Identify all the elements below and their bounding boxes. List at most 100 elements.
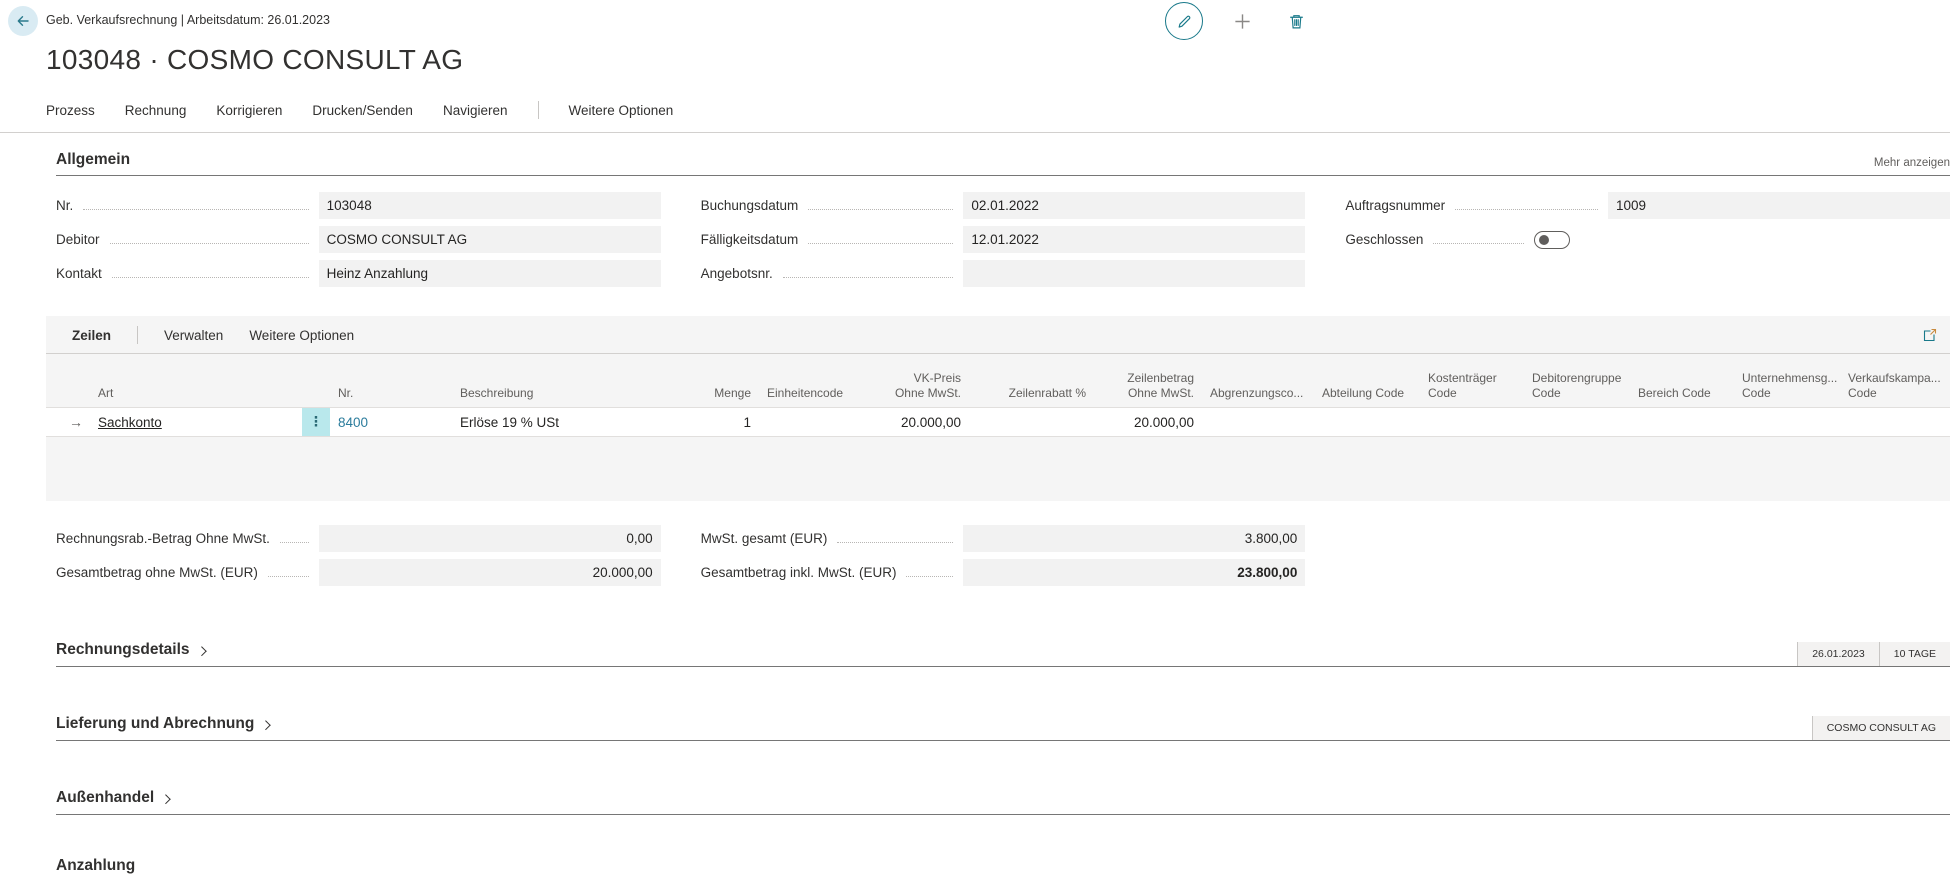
col-header-vk-preis[interactable]: VK-Preis Ohne MwSt.	[877, 371, 969, 407]
field-debitor-input[interactable]: COSMO CONSULT AG	[319, 226, 661, 253]
cell-vk-preis[interactable]: 20.000,00	[877, 408, 969, 436]
field-kontakt-input[interactable]: Heinz Anzahlung	[319, 260, 661, 287]
general-fields: Nr. 103048 Debitor COSMO CONSULT AG Kont…	[56, 192, 1950, 294]
col-header-zeilenrabatt[interactable]: Zeilenrabatt %	[969, 386, 1094, 407]
col-header-menge[interactable]: Menge	[697, 386, 759, 407]
field-buchungsdatum-input[interactable]: 02.01.2022	[963, 192, 1305, 219]
dotted-leader	[110, 243, 309, 244]
cell-menge[interactable]: 1	[697, 408, 759, 436]
field-angebotsnr-input[interactable]	[963, 260, 1305, 287]
dotted-leader	[906, 576, 953, 577]
col-header-arrow	[62, 401, 90, 407]
col-header-beschreibung[interactable]: Beschreibung	[452, 386, 697, 407]
field-nr: Nr. 103048	[56, 192, 661, 219]
dotted-leader	[83, 209, 308, 210]
col-header-einheitencode[interactable]: Einheitencode	[759, 386, 877, 407]
cell-unternehmensgruppe-code[interactable]	[1734, 408, 1840, 436]
art-link[interactable]: Sachkonto	[98, 415, 162, 430]
cell-einheitencode[interactable]	[759, 408, 877, 436]
dotted-leader	[808, 243, 953, 244]
add-button[interactable]	[1227, 4, 1257, 38]
badge-payment-terms[interactable]: 10 TAGE	[1879, 642, 1950, 666]
field-faelligkeitsdatum-label: Fälligkeitsdatum	[701, 232, 799, 247]
cell-abteilung-code[interactable]	[1314, 408, 1420, 436]
pencil-icon	[1176, 13, 1193, 30]
rechnungsdetails-title[interactable]: Rechnungsdetails	[56, 641, 206, 659]
cell-beschreibung[interactable]: Erlöse 19 % USt	[452, 408, 697, 436]
back-button[interactable]	[8, 6, 38, 36]
cell-zeilenbetrag[interactable]: 20.000,00	[1094, 408, 1202, 436]
rechnungsdetails-badges: 26.01.2023 10 TAGE	[1797, 642, 1950, 666]
col-header-abgrenzungscode[interactable]: Abgrenzungsco...	[1202, 386, 1314, 407]
tab-divider	[137, 326, 138, 344]
cell-kostentraeger-code[interactable]	[1420, 408, 1524, 436]
field-geschlossen: Geschlossen	[1345, 226, 1950, 253]
action-navigieren[interactable]: Navigieren	[443, 103, 508, 118]
col-header-zeilenbetrag[interactable]: Zeilenbetrag Ohne MwSt.	[1094, 371, 1202, 407]
section-lieferung-abrechnung: Lieferung und Abrechnung COSMO CONSULT A…	[56, 707, 1950, 741]
lieferung-abrechnung-title[interactable]: Lieferung und Abrechnung	[56, 715, 270, 733]
action-prozess[interactable]: Prozess	[46, 103, 95, 118]
cell-zeilenrabatt[interactable]	[969, 408, 1094, 436]
row-menu-button[interactable]: ⋮	[302, 408, 330, 436]
field-nr-label: Nr.	[56, 198, 73, 213]
action-korrigieren[interactable]: Korrigieren	[216, 103, 282, 118]
field-invoice-discount: Rechnungsrab.-Betrag Ohne MwSt. 0,00	[56, 525, 661, 552]
lines-table-header: Art Nr. Beschreibung Menge Einheitencode…	[46, 362, 1950, 408]
edit-button[interactable]	[1165, 2, 1203, 40]
cell-abgrenzungscode[interactable]	[1202, 408, 1314, 436]
row-arrow-icon: →	[62, 408, 90, 436]
invoice-discount-label: Rechnungsrab.-Betrag Ohne MwSt.	[56, 531, 270, 546]
chevron-right-icon	[196, 646, 206, 656]
total-excl-vat-label: Gesamtbetrag ohne MwSt. (EUR)	[56, 565, 258, 580]
dotted-leader	[1433, 243, 1524, 244]
cell-debitorengruppe-code[interactable]	[1524, 408, 1630, 436]
lines-card: Zeilen Verwalten Weitere Optionen Art Nr…	[46, 316, 1950, 501]
field-faelligkeitsdatum-input[interactable]: 12.01.2022	[963, 226, 1305, 253]
col-header-unternehmensgruppe-code[interactable]: Unternehmensg... Code	[1734, 371, 1840, 407]
field-auftragsnummer-label: Auftragsnummer	[1345, 198, 1445, 213]
field-kontakt: Kontakt Heinz Anzahlung	[56, 260, 661, 287]
total-incl-vat-value[interactable]: 23.800,00	[963, 559, 1305, 586]
col-header-abteilung-code[interactable]: Abteilung Code	[1314, 386, 1420, 407]
chevron-right-icon	[261, 720, 271, 730]
col-header-bereich-code[interactable]: Bereich Code	[1630, 386, 1734, 407]
field-kontakt-label: Kontakt	[56, 266, 102, 281]
cell-nr[interactable]: 8400	[330, 408, 452, 436]
general-section-title[interactable]: Allgemein	[56, 151, 130, 169]
prepayment-title[interactable]: Anzahlung	[56, 857, 135, 874]
dotted-leader	[1455, 209, 1598, 210]
table-row: → Sachkonto ⋮ 8400 Erlöse 19 % USt 1 20.…	[46, 408, 1950, 437]
action-rechnung[interactable]: Rechnung	[125, 103, 187, 118]
toggle-knob	[1539, 235, 1549, 245]
total-excl-vat-value[interactable]: 20.000,00	[319, 559, 661, 586]
col-header-debitorengruppe-code[interactable]: Debitorengruppe Code	[1524, 371, 1630, 407]
lieferung-badges: COSMO CONSULT AG	[1812, 716, 1950, 740]
lines-verwalten[interactable]: Verwalten	[164, 328, 223, 343]
geschlossen-toggle[interactable]	[1534, 231, 1570, 249]
badge-customer[interactable]: COSMO CONSULT AG	[1812, 716, 1950, 740]
tab-zeilen[interactable]: Zeilen	[72, 328, 111, 343]
vat-total-value[interactable]: 3.800,00	[963, 525, 1305, 552]
col-header-kostentraeger-code[interactable]: Kostenträger Code	[1420, 371, 1524, 407]
invoice-discount-value[interactable]: 0,00	[319, 525, 661, 552]
dotted-leader	[837, 542, 953, 543]
cell-verkaufskampagne-code[interactable]	[1840, 408, 1950, 436]
lines-weitere-optionen[interactable]: Weitere Optionen	[249, 328, 354, 343]
field-nr-input[interactable]: 103048	[319, 192, 661, 219]
section-aussenhandel: Außenhandel	[56, 781, 1950, 815]
action-weitere-optionen[interactable]: Weitere Optionen	[569, 103, 674, 118]
aussenhandel-title[interactable]: Außenhandel	[56, 789, 170, 807]
delete-button[interactable]	[1281, 4, 1311, 38]
field-auftragsnummer-input[interactable]: 1009	[1608, 192, 1950, 219]
field-debitor-label: Debitor	[56, 232, 100, 247]
field-faelligkeitsdatum: Fälligkeitsdatum 12.01.2022	[701, 226, 1306, 253]
badge-due-date[interactable]: 26.01.2023	[1797, 642, 1879, 666]
show-more-link[interactable]: Mehr anzeigen	[1874, 157, 1950, 169]
col-header-art[interactable]: Art	[90, 386, 302, 407]
focus-mode-button[interactable]	[1922, 327, 1938, 343]
col-header-nr[interactable]: Nr.	[330, 386, 452, 407]
col-header-verkaufskampagne-code[interactable]: Verkaufskampa... Code	[1840, 371, 1950, 407]
action-drucken-senden[interactable]: Drucken/Senden	[312, 103, 413, 118]
cell-bereich-code[interactable]	[1630, 408, 1734, 436]
